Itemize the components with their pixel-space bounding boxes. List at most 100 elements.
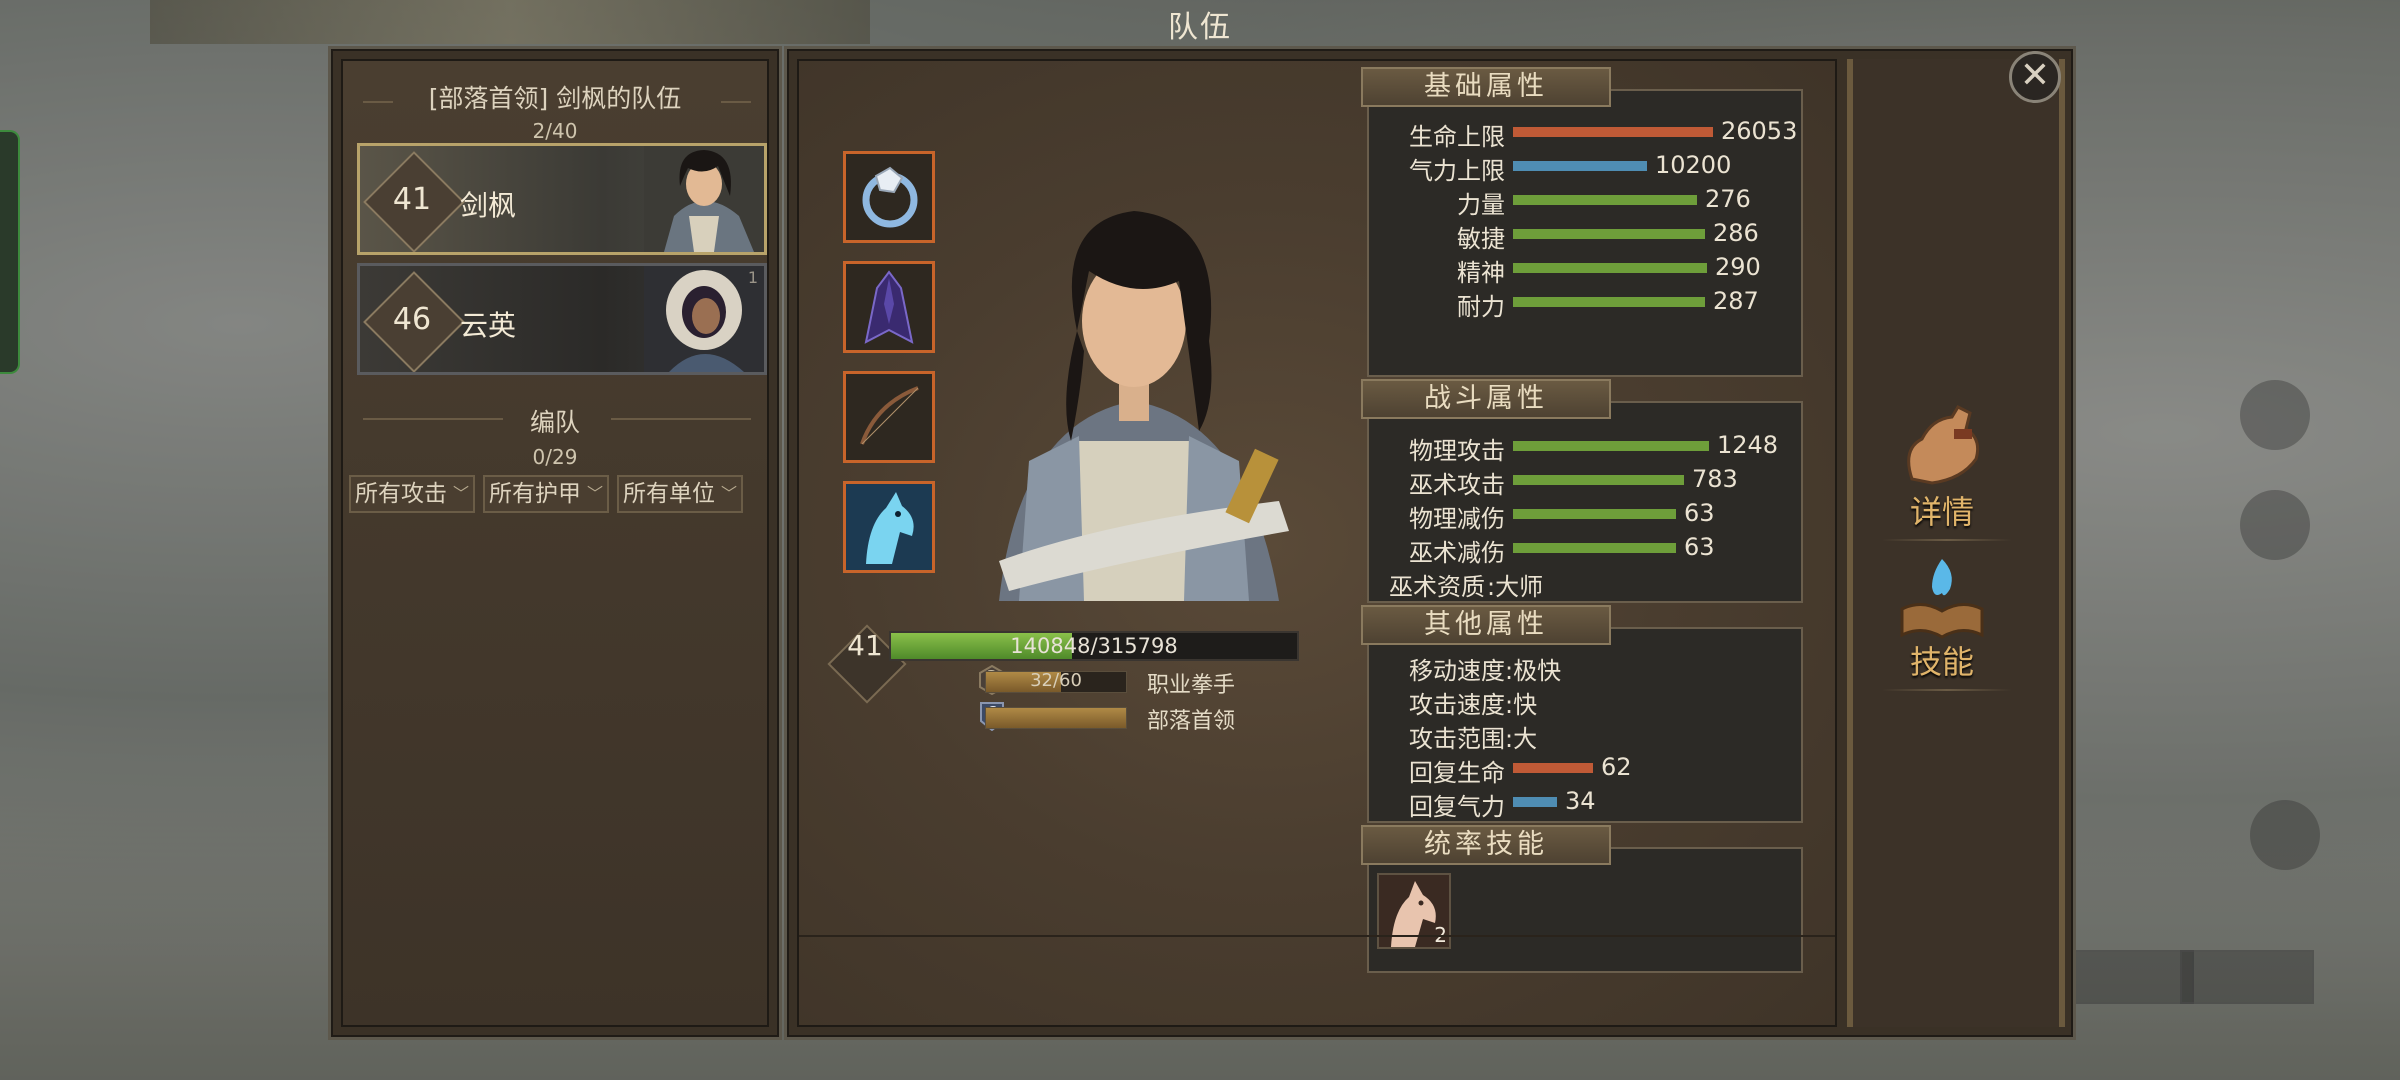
equipment-slot-weapon[interactable] — [843, 371, 935, 463]
filter-label: 所有攻击 — [355, 481, 447, 507]
divider — [799, 935, 1835, 937]
stat-row: 生命上限 26053 — [1369, 117, 1799, 151]
stat-label: 物理减伤 — [1409, 505, 1505, 533]
attack-filter-dropdown[interactable]: 所有攻击 ﹀ — [349, 475, 475, 513]
rank-progress-fill — [986, 708, 1126, 728]
close-icon: ✕ — [2019, 55, 2051, 96]
divider — [1882, 689, 2012, 691]
stat-bar — [1513, 763, 1593, 773]
class-name: 职业拳手 — [1147, 673, 1236, 698]
stat-row: 回复气力 34 — [1369, 787, 1799, 821]
stat-bar — [1513, 127, 1713, 137]
background-tool-icon — [2240, 490, 2310, 560]
stat-bar — [1513, 441, 1709, 451]
unit-name: 云英 — [460, 309, 517, 342]
filter-label: 所有单位 — [623, 481, 715, 507]
stat-bar — [1513, 797, 1557, 807]
xp-text: 140848/315798 — [1010, 634, 1178, 658]
stat-label: 物理攻击 — [1409, 437, 1505, 465]
close-button[interactable]: ✕ — [2009, 51, 2061, 103]
formation-count: 0/29 — [532, 445, 578, 469]
basic-attributes-header: 基础属性 — [1361, 67, 1611, 107]
unit-corner-number: 1 — [747, 268, 758, 287]
divider — [721, 101, 751, 103]
aptitude-value: :大师 — [1487, 573, 1544, 601]
chevron-down-icon: ﹀ — [720, 484, 737, 503]
stat-row: 力量 276 — [1369, 185, 1799, 219]
divider — [363, 101, 393, 103]
class-progress-text: 32/60 — [1030, 670, 1082, 691]
other-attributes-box: 移动速度:极快 攻击速度:快攻击范围:大 回复生命 62 回复气力 34 — [1367, 627, 1803, 823]
detail-sidebar — [1847, 59, 2065, 1027]
stat-label: 攻击范围 — [1409, 725, 1505, 753]
stat-label: 巫术减伤 — [1409, 539, 1505, 567]
divider — [611, 418, 751, 420]
combat-attributes-header: 战斗属性 — [1361, 379, 1611, 419]
stat-bar — [1513, 543, 1676, 553]
equipment-slot-ring[interactable] — [843, 151, 935, 243]
divider — [363, 418, 503, 420]
stat-value: 26053 — [1721, 117, 1798, 145]
stat-label: 巫术攻击 — [1409, 471, 1505, 499]
command-skill-slot[interactable]: 2 — [1377, 873, 1451, 949]
stat-label: 敏捷 — [1457, 225, 1505, 253]
armor-filter-dropdown[interactable]: 所有护甲 ﹀ — [483, 475, 609, 513]
background-map-icon — [2240, 380, 2310, 450]
stat-row: 物理减伤 63 — [1369, 499, 1799, 533]
xp-bar: 140848/315798 — [889, 631, 1299, 661]
stat-value: 287 — [1713, 287, 1759, 315]
stat-label: 移动速度 — [1409, 657, 1505, 685]
stat-value: 1248 — [1717, 431, 1779, 459]
unit-filter-dropdown[interactable]: 所有单位 ﹀ — [617, 475, 743, 513]
stat-row: 敏捷 286 — [1369, 219, 1799, 253]
stat-value: 62 — [1601, 753, 1632, 781]
stat-bar — [1513, 509, 1676, 519]
stat-row: 耐力 287 — [1369, 287, 1799, 321]
team-panel: [部落首领] 剑枫的队伍 2/40 41 剑枫 46 云英 1 编队 0/29 … — [328, 46, 782, 1040]
equipment-slot-mount[interactable] — [843, 481, 935, 573]
stat-value: :大 — [1505, 725, 1538, 753]
basic-attributes-box: 生命上限 26053 气力上限 10200 力量 276 敏捷 286 精神 290 耐力 287 — [1367, 89, 1803, 377]
unit-name: 剑枫 — [460, 189, 517, 222]
stat-label: 攻击速度 — [1409, 691, 1505, 719]
combat-attributes-box: 物理攻击 1248 巫术攻击 783 物理减伤 63 巫术减伤 63 巫术资质 :大师 — [1367, 401, 1803, 603]
flexed-arm-icon — [1907, 405, 1980, 485]
stat-bar — [1513, 263, 1707, 273]
details-tab-button[interactable]: 详情 — [1877, 399, 2007, 539]
aptitude-row: 巫术资质 :大师 — [1389, 567, 1789, 601]
command-skills-box: 2 — [1367, 847, 1803, 973]
bow-icon — [860, 386, 919, 445]
stat-value: 63 — [1684, 533, 1715, 561]
aptitude-label: 巫术资质 — [1389, 573, 1485, 601]
divider — [1882, 539, 2012, 541]
stat-label: 耐力 — [1457, 293, 1505, 321]
side-tab[interactable] — [0, 130, 20, 374]
background-action-icon — [2250, 800, 2320, 870]
window-title: 队伍 — [1168, 10, 1232, 45]
stat-value: 290 — [1715, 253, 1761, 281]
chevron-down-icon: ﹀ — [452, 484, 469, 503]
ring-icon — [862, 166, 918, 228]
stat-row: 移动速度:极快 — [1369, 651, 1799, 685]
details-label: 详情 — [1909, 493, 1974, 531]
unit-card-yunying[interactable]: 46 云英 1 — [357, 263, 767, 375]
stat-row: 精神 290 — [1369, 253, 1799, 287]
other-attributes-header: 其他属性 — [1361, 605, 1611, 645]
unit-level: 41 — [392, 182, 432, 217]
background-button — [2060, 950, 2194, 1004]
stat-value: 63 — [1684, 499, 1715, 527]
equipment-slot-cloak[interactable] — [843, 261, 935, 353]
stat-row: 气力上限 10200 — [1369, 151, 1799, 185]
stat-row: 攻击速度:快 — [1369, 685, 1799, 719]
team-title: [部落首领] 剑枫的队伍 — [428, 84, 682, 113]
stat-value: 286 — [1713, 219, 1759, 247]
stat-value: 34 — [1565, 787, 1596, 815]
skills-tab-button[interactable]: 技能 — [1877, 549, 2007, 689]
unit-portrait — [644, 266, 764, 372]
unit-card-jianfeng[interactable]: 41 剑枫 — [357, 143, 767, 255]
character-panel: 41 140848/315798 3 32/60 职业拳手 6 部落首领 生命上… — [784, 46, 2076, 1040]
stat-label: 回复生命 — [1409, 759, 1505, 787]
rank-name: 部落首领 — [1147, 709, 1236, 734]
team-count: 2/40 — [532, 119, 578, 143]
stat-label: 精神 — [1457, 259, 1505, 287]
